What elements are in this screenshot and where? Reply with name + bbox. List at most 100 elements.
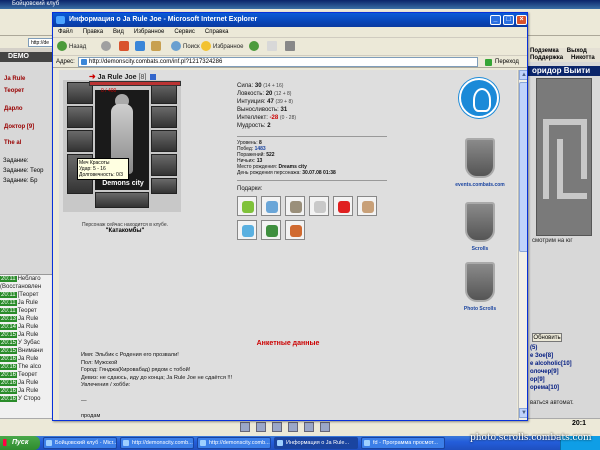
slot-pants[interactable]	[151, 178, 177, 194]
player-row[interactable]: Дарло	[4, 106, 23, 112]
photo-scrolls-link[interactable]: Photo Scrolls	[450, 306, 510, 312]
chat-time[interactable]: 20:11	[0, 300, 17, 306]
gift-icon[interactable]	[285, 196, 305, 216]
slot-amulet[interactable]	[67, 106, 93, 128]
gift-icon[interactable]	[285, 220, 305, 240]
slot-weapon[interactable]	[67, 130, 93, 152]
print-button[interactable]	[285, 41, 297, 53]
toolbar-icon[interactable]	[320, 422, 330, 432]
chat-time[interactable]: 20:14	[0, 324, 18, 330]
go-button[interactable]: Переход	[485, 57, 519, 67]
minimize-icon[interactable]: _	[490, 15, 501, 25]
nav-nikotta[interactable]: Никотта	[569, 55, 595, 61]
menu-edit[interactable]: Правка	[78, 27, 108, 38]
nav-underground[interactable]: Подземка	[528, 48, 559, 54]
scroll-down-icon[interactable]: ▼	[519, 408, 527, 418]
task-line: Задание: Теор	[3, 168, 44, 174]
chat-log[interactable]: 20:11 Неблаго (Восстановлен 20:11 [Теорет 20:…	[0, 274, 55, 418]
gift-icon[interactable]	[309, 196, 329, 216]
chat-time[interactable]: 20:11	[0, 292, 17, 298]
ie-title-bar[interactable]: Информация о Ja Rule Joe - Microsoft Int…	[53, 13, 527, 27]
gift-icon[interactable]	[237, 220, 257, 240]
gift-icon[interactable]	[261, 220, 281, 240]
player-row[interactable]: Доктор [9]	[4, 124, 34, 130]
stat-label: Интуиция:	[237, 99, 266, 105]
gift-icon[interactable]	[261, 196, 281, 216]
chat-time[interactable]: 20:16	[0, 372, 18, 378]
taskbar-item[interactable]: Бойцовский клуб - Micr...	[43, 437, 117, 449]
events-link[interactable]: events.combats.com	[450, 182, 510, 188]
location-header[interactable]: оридор Выити	[528, 66, 600, 76]
combats-logo[interactable]	[459, 78, 499, 118]
chat-time[interactable]: 20:16	[0, 388, 18, 394]
menu-favorites[interactable]: Избранное	[129, 27, 169, 38]
chat-time[interactable]: 20:16	[0, 396, 18, 402]
player-row[interactable]: The al	[4, 140, 21, 146]
search-button[interactable]: Поиск	[171, 41, 200, 53]
refresh-button[interactable]: Обновить	[532, 333, 562, 342]
chat-time[interactable]: 20:11	[0, 276, 17, 282]
close-icon[interactable]: ×	[516, 15, 527, 25]
online-player[interactable]: олочер[9]	[530, 368, 600, 376]
slot-ring-bar[interactable]	[95, 192, 149, 208]
scroll-up-icon[interactable]: ▲	[519, 70, 527, 80]
gift-icon[interactable]	[333, 196, 353, 216]
start-button[interactable]: Пуск	[0, 436, 40, 450]
online-player[interactable]: орeма[10]	[530, 384, 600, 392]
events-shield-icon[interactable]	[465, 138, 495, 178]
taskbar-item[interactable]: Информация о Ja Rule...	[274, 437, 358, 449]
nav-exit[interactable]: Выход	[565, 48, 587, 54]
chat-time[interactable]: 20:13	[0, 316, 18, 322]
chat-time[interactable]: 20:15	[0, 340, 18, 346]
gift-icon[interactable]	[237, 196, 257, 216]
chat-time[interactable]: 20:16	[0, 356, 18, 362]
scrolls-link[interactable]: Scrolls	[450, 246, 510, 252]
slot-bracers[interactable]	[151, 106, 177, 128]
online-player[interactable]: ор[9]	[530, 376, 600, 384]
stat-bonus: (14 + 16)	[263, 83, 284, 89]
online-player[interactable]: е Зое[8]	[530, 352, 600, 360]
nav-support[interactable]: Поддержка	[528, 55, 563, 61]
ie-address-bar: Адрес: http://demonscity.combats.com/inf…	[53, 56, 527, 68]
chat-time[interactable]: 20:16	[0, 380, 18, 386]
menu-tools[interactable]: Сервис	[169, 27, 200, 38]
stop-button[interactable]	[119, 41, 131, 53]
chat-text: Ja Rule	[18, 316, 39, 322]
toolbar-icon[interactable]	[272, 422, 282, 432]
toolbar-icon[interactable]	[240, 422, 250, 432]
player-row[interactable]: Ja Rule	[4, 76, 25, 82]
gift-icon[interactable]	[357, 196, 377, 216]
toolbar-icon[interactable]	[304, 422, 314, 432]
chat-time[interactable]: 20:16	[0, 364, 18, 370]
menu-file[interactable]: Файл	[53, 27, 78, 38]
taskbar-item[interactable]: fd - Программа просмот...	[361, 437, 445, 449]
maximize-icon[interactable]: □	[503, 15, 514, 25]
favorites-button[interactable]: Избранное	[201, 41, 243, 53]
online-player[interactable]: e alcoholic[10]	[530, 360, 600, 368]
scroll-thumb[interactable]	[519, 82, 527, 252]
toolbar-icon[interactable]	[256, 422, 266, 432]
refresh-page-button[interactable]	[135, 41, 147, 53]
slot-gloves[interactable]	[151, 130, 177, 152]
player-row[interactable]: Теорет	[4, 88, 24, 94]
vertical-scrollbar[interactable]: ▲ ▼	[518, 70, 527, 420]
taskbar-item[interactable]: http://demonscity.comb...	[197, 437, 271, 449]
home-button[interactable]	[151, 41, 163, 53]
stat-row: Сила: 30 (14 + 16)	[237, 82, 387, 90]
mail-button[interactable]	[267, 41, 279, 53]
scrolls-shield-icon[interactable]	[465, 202, 495, 242]
menu-view[interactable]: Вид	[108, 27, 129, 38]
toolbar-icon[interactable]	[288, 422, 298, 432]
chat-time[interactable]: 20:11	[0, 308, 17, 314]
forward-button[interactable]	[101, 41, 113, 53]
location-map[interactable]	[536, 78, 592, 236]
chat-time[interactable]: 20:15	[0, 348, 18, 354]
history-button[interactable]	[249, 41, 261, 53]
chat-time[interactable]: 20:15	[0, 332, 18, 338]
address-input[interactable]: http://demonscity.combats.com/inf.pl?121…	[78, 57, 478, 67]
menu-help[interactable]: Справка	[200, 27, 234, 38]
photo-scrolls-shield-icon[interactable]	[465, 262, 495, 302]
slot-shield[interactable]	[151, 154, 177, 176]
taskbar-item[interactable]: http://demonscity.comb...	[120, 437, 194, 449]
back-button[interactable]: Назад	[57, 41, 86, 53]
